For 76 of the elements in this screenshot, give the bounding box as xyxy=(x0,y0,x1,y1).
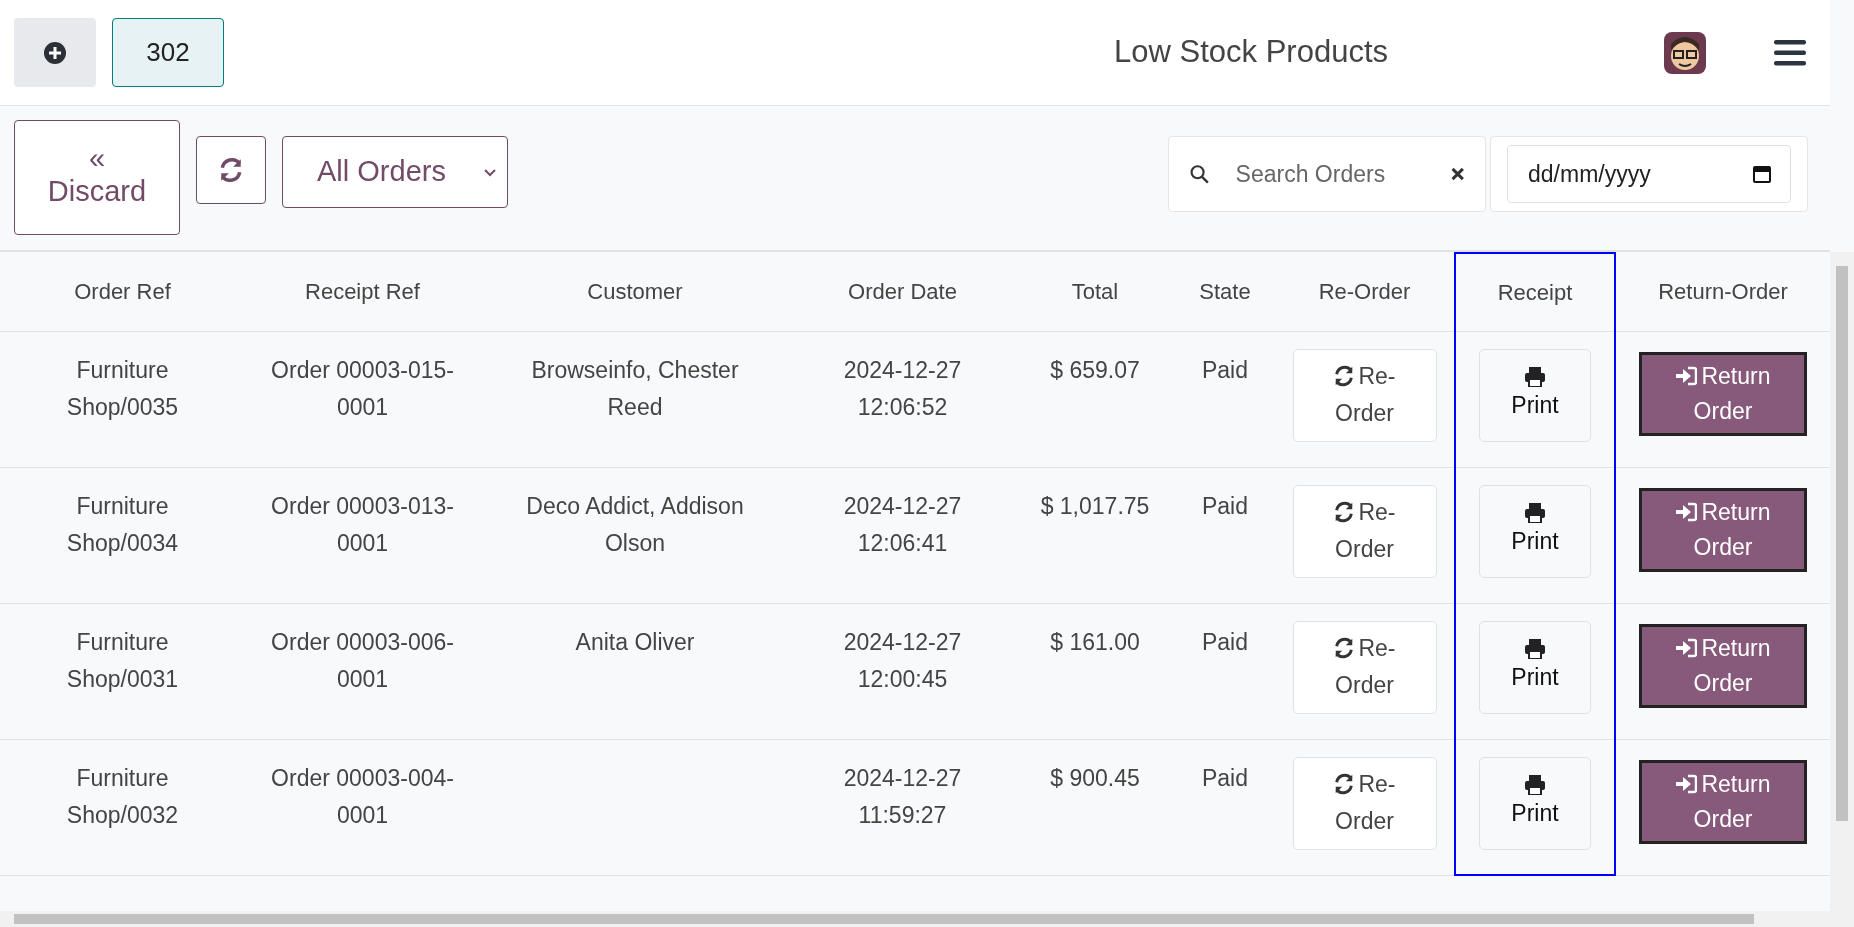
table-cell: Paid xyxy=(1201,356,1248,383)
return-order-button[interactable]: Return Order xyxy=(1639,759,1807,844)
table-cell: Paid xyxy=(1201,492,1248,519)
sign-in-icon xyxy=(1675,501,1698,522)
table-cell: 2024-12-27 11:59:27 xyxy=(843,764,962,828)
menu-icon xyxy=(1774,38,1806,67)
column-header: Order Date xyxy=(790,253,1015,331)
refresh-icon xyxy=(1333,501,1356,523)
table-cell: 2024-12-27 12:06:52 xyxy=(843,356,962,420)
print-button[interactable]: Print xyxy=(1479,620,1591,714)
close-icon xyxy=(1449,165,1465,183)
refresh-icon xyxy=(218,157,244,183)
search-icon xyxy=(1189,162,1210,186)
table-cell: Order 00003-013-0001 xyxy=(271,492,454,556)
table-cell: Browseinfo, Chester Reed xyxy=(531,356,739,420)
print-button[interactable]: Print xyxy=(1479,484,1591,578)
return-order-button[interactable]: Return Order xyxy=(1639,623,1807,708)
count-button[interactable]: 302 xyxy=(112,18,224,87)
print-button[interactable]: Print xyxy=(1479,756,1591,850)
printer-icon xyxy=(1524,502,1546,523)
table-cell: $ 900.45 xyxy=(1050,764,1140,791)
printer-icon xyxy=(1524,366,1546,387)
table-cell: Order 00003-015-0001 xyxy=(271,356,454,420)
reorder-button[interactable]: Re-Order xyxy=(1292,620,1437,714)
column-header: Total xyxy=(1015,253,1175,331)
return-order-button[interactable]: Return Order xyxy=(1639,487,1807,572)
chevrons-left-icon: « xyxy=(88,144,106,174)
print-button[interactable]: Print xyxy=(1479,348,1591,442)
scrollbar-thumb[interactable] xyxy=(1836,266,1848,821)
table-cell: 2024-12-27 12:00:45 xyxy=(843,628,962,692)
calendar-icon xyxy=(1752,164,1772,184)
table-cell: Paid xyxy=(1201,764,1248,791)
return-order-button[interactable]: Return Order xyxy=(1639,351,1807,436)
page-title: Low Stock Products xyxy=(1114,33,1388,72)
date-field[interactable]: dd/mm/yyyy xyxy=(1507,145,1791,203)
column-header: Customer xyxy=(480,253,790,331)
printer-icon xyxy=(1524,638,1546,659)
avatar-icon xyxy=(1664,31,1706,74)
filter-select[interactable]: All Orders xyxy=(282,136,508,208)
reorder-button[interactable]: Re-Order xyxy=(1292,756,1437,850)
table-cell: Furniture Shop/0034 xyxy=(66,492,179,556)
column-header: Receipt xyxy=(1455,253,1615,331)
reorder-button[interactable]: Re-Order xyxy=(1292,348,1437,442)
column-header: Re-Order xyxy=(1275,253,1455,331)
refresh-button[interactable] xyxy=(196,136,266,204)
column-header: State xyxy=(1175,253,1275,331)
search-field[interactable]: Search Orders xyxy=(1168,136,1486,212)
sign-in-icon xyxy=(1675,637,1698,658)
table-cell: Order 00003-006-0001 xyxy=(271,628,454,692)
column-header: Order Ref xyxy=(0,253,245,331)
table-cell: Order 00003-004-0001 xyxy=(271,764,454,828)
sign-in-icon xyxy=(1675,773,1698,794)
table-cell: Furniture Shop/0032 xyxy=(66,764,179,828)
reorder-button[interactable]: Re-Order xyxy=(1292,484,1437,578)
refresh-icon xyxy=(1333,637,1356,659)
table-cell: Furniture Shop/0031 xyxy=(66,628,179,692)
printer-icon xyxy=(1524,774,1546,795)
sign-in-icon xyxy=(1675,365,1698,386)
table-cell: Paid xyxy=(1201,628,1248,655)
menu-button[interactable] xyxy=(1774,38,1806,67)
table-cell: $ 1,017.75 xyxy=(1040,492,1150,519)
refresh-icon xyxy=(1333,773,1356,795)
chevron-down-icon xyxy=(483,168,497,178)
table-cell: Furniture Shop/0035 xyxy=(66,356,179,420)
table-cell: $ 659.07 xyxy=(1050,356,1140,383)
search-input[interactable]: Search Orders xyxy=(1233,155,1434,193)
table-cell: Deco Addict, Addison Olson xyxy=(526,492,744,556)
plus-circle-icon xyxy=(43,40,67,65)
discard-button[interactable]: « Discard xyxy=(14,120,180,235)
table-cell: Anita Oliver xyxy=(575,628,695,655)
scrollbar-thumb[interactable] xyxy=(14,914,1754,924)
table-cell: $ 161.00 xyxy=(1050,628,1140,655)
table-cell: 2024-12-27 12:06:41 xyxy=(843,492,962,556)
refresh-icon xyxy=(1333,365,1356,387)
column-header: Receipt Ref xyxy=(245,253,480,331)
add-button[interactable] xyxy=(14,18,96,87)
